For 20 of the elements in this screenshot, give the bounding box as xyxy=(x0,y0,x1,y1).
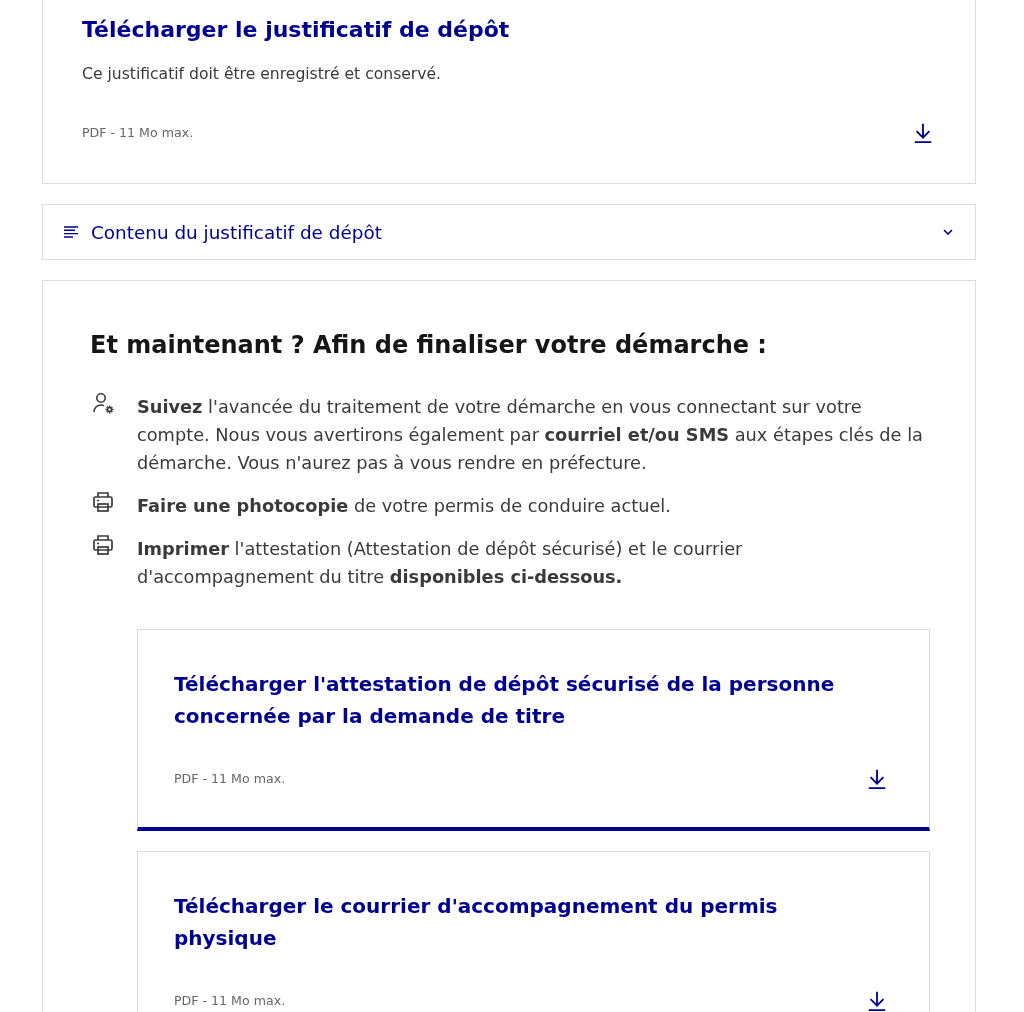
download-icon xyxy=(866,990,888,1012)
download-link[interactable]: Télécharger le courrier d'accompagnement du permis physique xyxy=(174,890,864,954)
step-text: Faire une photocopie de votre permis de conduire actuel. xyxy=(137,495,672,518)
file-info: PDF - 11 Mo max. xyxy=(174,992,286,1010)
printer-icon xyxy=(91,490,115,514)
list-icon xyxy=(64,226,78,238)
card-description: Ce justificatif doit être enregistré et conservé. xyxy=(82,64,443,85)
download-icon xyxy=(912,122,934,144)
file-info: PDF - 11 Mo max. xyxy=(82,124,194,142)
accordion-toggle[interactable]: Contenu du justificatif de dépôt xyxy=(42,204,976,260)
section-heading: Et maintenant ? Afin de finaliser votre démarche : xyxy=(90,330,768,361)
chevron-icon xyxy=(943,229,953,235)
step-text: Imprimer l'attestation (Attestation de dépôt sécurisé) et le courrier d'accompagnement du titre disponibles ci-dessous. xyxy=(137,538,744,589)
download-link[interactable]: Télécharger le justificatif de dépôt xyxy=(82,14,935,46)
step-text: Suivez l'avancée du traitement de votre démarche en vous connectant sur votre compte. Nous vous avertirons également par courriel et/ou SMS aux étapes clés de la démarche. Vous n'aurez pas à vous rendre en préfecture. xyxy=(137,396,924,475)
download-icon xyxy=(866,768,888,790)
download-link[interactable]: Télécharger l'attestation de dépôt sécurisé de la personne concernée par la demande de titre xyxy=(174,668,864,732)
user-gear-icon xyxy=(91,391,115,415)
file-info: PDF - 11 Mo max. xyxy=(174,770,286,788)
printer-icon xyxy=(91,533,115,557)
